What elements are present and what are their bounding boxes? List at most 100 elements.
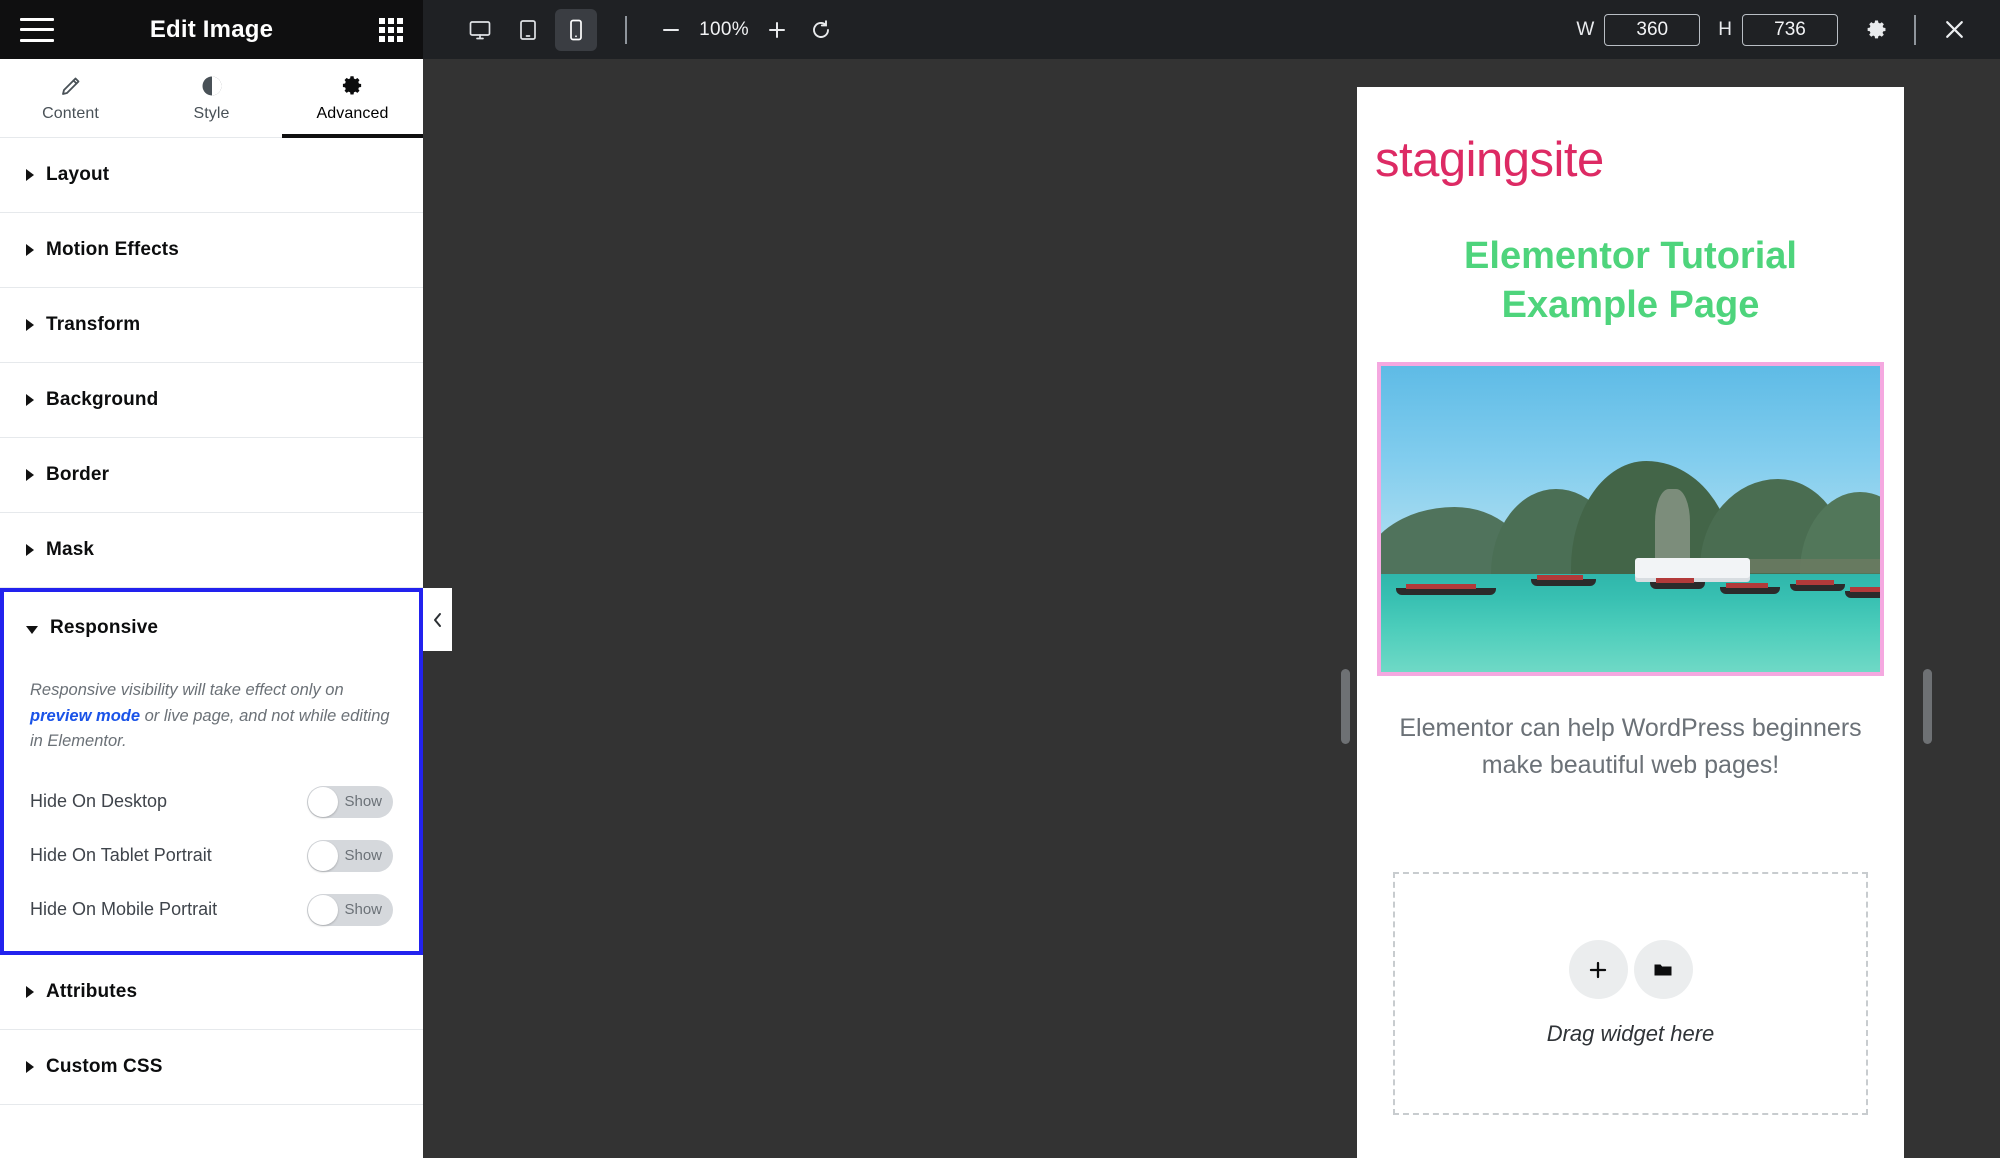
viewport-size-controls: W H <box>1576 0 1978 59</box>
image-boat <box>1720 582 1781 594</box>
section-mask-label: Mask <box>46 539 95 560</box>
toolbar-divider <box>625 15 627 44</box>
hide-on-mobile-portrait-switch[interactable]: Show <box>307 893 393 926</box>
resize-handle-right[interactable] <box>1923 669 1932 744</box>
section-mask[interactable]: Mask <box>0 513 423 588</box>
preview-toolbar: 100% W H <box>423 0 2000 59</box>
section-motion-effects[interactable]: Motion Effects <box>0 213 423 288</box>
settings-gear-icon[interactable] <box>1856 10 1896 50</box>
image-boat <box>1530 574 1596 586</box>
section-border-label: Border <box>46 464 110 485</box>
hide-on-desktop-row: Hide On Desktop Show <box>4 775 419 829</box>
section-background-label: Background <box>46 389 159 410</box>
switch-knob <box>308 894 338 925</box>
page-heading: Elementor Tutorial Example Page <box>1464 235 1797 326</box>
hamburger-icon[interactable] <box>20 17 54 42</box>
section-transform[interactable]: Transform <box>0 288 423 363</box>
section-custom-css[interactable]: Custom CSS <box>0 1029 423 1105</box>
panel-header: Edit Image <box>0 0 423 59</box>
hide-on-desktop-switch[interactable]: Show <box>307 785 393 818</box>
add-widget-button[interactable] <box>1568 940 1628 1000</box>
folder-icon <box>1654 964 1672 976</box>
editor-stage: 100% W H <box>423 0 2000 1158</box>
height-input[interactable] <box>1742 13 1838 46</box>
image-shoreline <box>1740 559 1880 574</box>
responsive-note: Responsive visibility will take effect o… <box>4 664 419 775</box>
tab-advanced-label: Advanced <box>316 104 389 122</box>
width-label: W <box>1576 18 1595 40</box>
zoom-value: 100% <box>699 18 749 40</box>
section-responsive: Responsive Responsive visibility will ta… <box>0 588 423 955</box>
settings-panel: Edit Image Content Style Advanced Layout… <box>0 0 423 1158</box>
hide-on-mobile-portrait-state: Show <box>344 901 382 919</box>
zoom-reset-button[interactable] <box>799 9 843 51</box>
hide-on-tablet-portrait-row: Hide On Tablet Portrait Show <box>4 829 419 883</box>
toolbar-divider <box>1914 14 1916 45</box>
responsive-spacer <box>4 937 419 951</box>
switch-knob <box>308 786 338 817</box>
hide-on-tablet-portrait-label: Hide On Tablet Portrait <box>30 845 212 866</box>
tab-style[interactable]: Style <box>141 59 282 137</box>
zoom-out-button[interactable] <box>649 9 693 51</box>
image-boat <box>1650 577 1706 589</box>
switch-knob <box>308 840 338 871</box>
tab-advanced[interactable]: Advanced <box>282 59 423 138</box>
section-responsive-header[interactable]: Responsive <box>4 592 419 664</box>
device-switcher <box>459 8 597 51</box>
responsive-note-before: Responsive visibility will take effect o… <box>30 681 344 699</box>
section-custom-css-label: Custom CSS <box>46 1055 163 1077</box>
template-library-button[interactable] <box>1633 940 1693 1000</box>
device-preview-frame: stagingsite Elementor Tutorial Example P… <box>1357 87 1904 1158</box>
dropzone-buttons <box>1568 940 1693 1000</box>
panel-tabs: Content Style Advanced <box>0 59 423 138</box>
zoom-controls: 100% <box>649 9 843 51</box>
widget-dropzone[interactable]: Drag widget here <box>1393 872 1868 1116</box>
preview-canvas: stagingsite Elementor Tutorial Example P… <box>423 59 2000 1158</box>
hide-on-tablet-portrait-state: Show <box>344 847 382 865</box>
panel-collapse-handle[interactable] <box>423 588 452 651</box>
hide-on-mobile-portrait-row: Hide On Mobile Portrait Show <box>4 883 419 937</box>
pencil-icon <box>59 74 83 98</box>
section-layout[interactable]: Layout <box>0 138 423 213</box>
chevron-left-icon <box>433 612 441 627</box>
chevron-down-icon <box>26 625 38 634</box>
hero-image-widget[interactable] <box>1377 362 1884 677</box>
hide-on-tablet-portrait-switch[interactable]: Show <box>307 839 393 872</box>
section-border[interactable]: Border <box>0 438 423 513</box>
hide-on-mobile-portrait-label: Hide On Mobile Portrait <box>30 899 218 920</box>
elementor-editor: Edit Image Content Style Advanced Layout… <box>0 0 2000 1158</box>
chevron-right-icon <box>26 544 34 556</box>
site-title: stagingsite <box>1375 133 1604 187</box>
gear-icon <box>341 74 364 98</box>
dropzone-label: Drag widget here <box>1546 1021 1715 1047</box>
section-motion-effects-label: Motion Effects <box>46 239 179 260</box>
tablet-icon[interactable] <box>507 9 549 51</box>
section-background[interactable]: Background <box>0 363 423 438</box>
chevron-right-icon <box>26 1060 34 1073</box>
mobile-icon[interactable] <box>555 8 597 51</box>
section-attributes-label: Attributes <box>46 980 138 1002</box>
zoom-in-button[interactable] <box>755 9 799 51</box>
tab-content[interactable]: Content <box>0 59 141 137</box>
apps-grid-icon[interactable] <box>379 17 403 42</box>
chevron-right-icon <box>26 985 34 998</box>
section-transform-label: Transform <box>46 314 141 335</box>
close-icon[interactable] <box>1934 10 1974 50</box>
tab-style-label: Style <box>193 104 230 122</box>
desktop-icon[interactable] <box>459 9 501 51</box>
image-ferry <box>1635 557 1751 578</box>
advanced-sections: Layout Motion Effects Transform Backgrou… <box>0 138 423 1158</box>
image-boat <box>1395 584 1496 596</box>
contrast-icon <box>200 74 224 98</box>
width-input[interactable] <box>1604 13 1701 46</box>
plus-icon <box>1589 961 1607 978</box>
chevron-right-icon <box>26 169 34 181</box>
resize-handle-left[interactable] <box>1341 669 1350 744</box>
preview-mode-link[interactable]: preview mode <box>30 707 140 725</box>
section-layout-label: Layout <box>46 164 110 185</box>
section-attributes[interactable]: Attributes <box>0 954 423 1030</box>
tab-content-label: Content <box>42 104 99 122</box>
image-boat <box>1790 579 1846 591</box>
panel-title: Edit Image <box>149 15 274 43</box>
image-boat <box>1845 587 1880 599</box>
